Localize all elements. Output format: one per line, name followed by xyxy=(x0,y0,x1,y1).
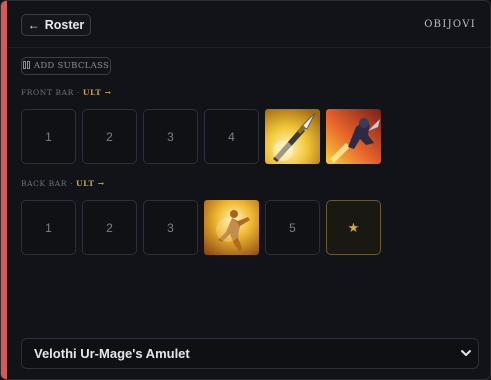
back-bar-slots: 1 2 3 5 ★ xyxy=(21,200,381,255)
back-slot-3[interactable]: 3 xyxy=(143,200,198,255)
back-slot-2[interactable]: 2 xyxy=(82,200,137,255)
front-bar-ult-hint: ULT → xyxy=(82,88,112,97)
front-slot-1[interactable]: 1 xyxy=(21,109,76,164)
front-slot-4[interactable]: 4 xyxy=(204,109,259,164)
front-slot-3[interactable]: 3 xyxy=(143,109,198,164)
radiant-figure-skill-icon[interactable] xyxy=(204,200,259,255)
add-subclass-label: ADD SUBCLASS xyxy=(33,61,110,71)
back-button-label: Roster xyxy=(44,18,85,32)
item-select[interactable]: Velothi Ur-Mage's Amulet xyxy=(21,338,479,369)
build-panel: ← Roster OBIJOVI ADD SUBCLASS FRONT BAR … xyxy=(0,0,491,380)
item-select-value: Velothi Ur-Mage's Amulet xyxy=(34,346,190,361)
class-accent-stripe xyxy=(1,1,7,379)
back-bar-label: BACK BAR · ULT → xyxy=(21,179,105,188)
front-bar-slots: 1 2 3 4 xyxy=(21,109,381,164)
back-slot-5[interactable]: 5 xyxy=(265,200,320,255)
add-subclass-button[interactable]: ADD SUBCLASS xyxy=(21,57,111,75)
star-icon: ★ xyxy=(347,219,360,235)
front-bar-label: FRONT BAR · ULT → xyxy=(21,88,112,97)
grid-icon xyxy=(22,60,30,72)
character-name: OBIJOVI xyxy=(424,19,476,30)
spear-throw-skill-icon[interactable] xyxy=(265,109,320,164)
back-ultimate-slot[interactable]: ★ xyxy=(326,200,381,255)
arrow-left-icon: ← xyxy=(27,18,40,32)
back-slot-1[interactable]: 1 xyxy=(21,200,76,255)
back-bar-title: BACK BAR · xyxy=(21,179,76,188)
front-bar-title: FRONT BAR · xyxy=(21,88,83,97)
back-bar-ult-hint: ULT → xyxy=(75,179,105,188)
panel-header: ← Roster OBIJOVI xyxy=(7,1,490,48)
back-to-roster-button[interactable]: ← Roster xyxy=(21,14,91,36)
front-slot-2[interactable]: 2 xyxy=(82,109,137,164)
dark-knight-charge-skill-icon[interactable] xyxy=(326,109,381,164)
chevron-down-icon xyxy=(460,347,472,362)
